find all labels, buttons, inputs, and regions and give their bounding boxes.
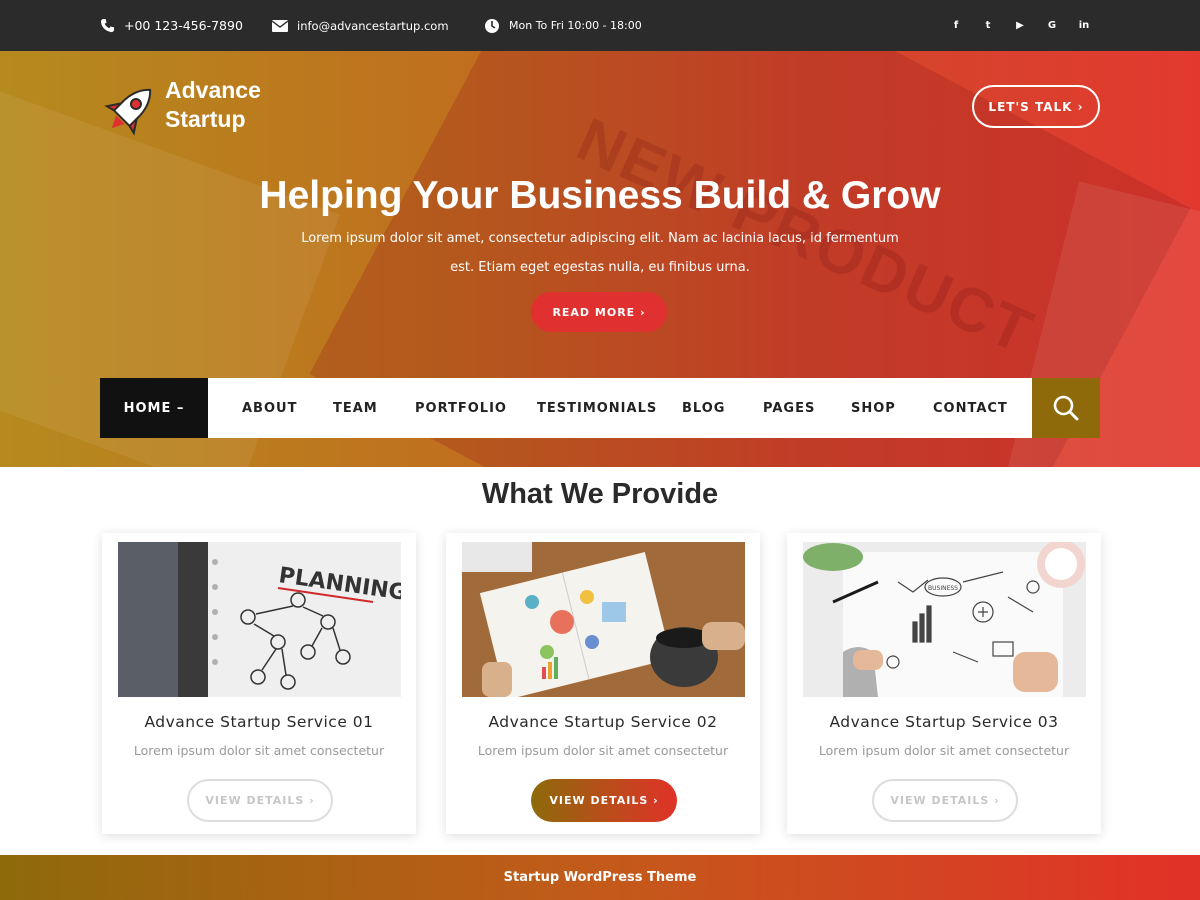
service-title: Advance Startup Service 02 <box>488 713 718 731</box>
view-details-button[interactable]: VIEW DETAILS › <box>531 779 677 822</box>
site-footer: Startup WordPress Theme <box>0 855 1200 900</box>
nav-item-pages[interactable]: PAGES <box>763 378 815 438</box>
service-card: BUSINESS Advance Startup Service 03 Lore… <box>787 533 1101 834</box>
main-navigation: HOME – ABOUT TEAM PORTFOLIO TESTIMONIALS… <box>100 378 1100 438</box>
search-icon <box>1053 395 1079 421</box>
nav-item-shop[interactable]: SHOP <box>851 378 896 438</box>
nav-item-home[interactable]: HOME – <box>100 378 208 438</box>
google-icon[interactable]: G <box>1036 0 1068 51</box>
service-image-notebook-coffee <box>462 542 745 697</box>
facebook-icon[interactable]: f <box>940 0 972 51</box>
sketch-image-word: BUSINESS <box>928 585 958 592</box>
hero-headline: Helping Your Business Build & Grow <box>259 174 941 217</box>
rocket-icon <box>104 88 152 136</box>
email-address: info@advancestartup.com <box>297 18 449 33</box>
phone-number: +00 123-456-7890 <box>124 18 243 33</box>
email-contact[interactable]: info@advancestartup.com <box>272 0 449 51</box>
phone-icon <box>100 18 115 33</box>
nav-item-about[interactable]: ABOUT <box>242 378 297 438</box>
logo-text: Advance Startup <box>165 76 261 134</box>
service-card: PLANNING Advance Startup Service 01 Lore… <box>102 533 416 834</box>
top-bar: +00 123-456-7890 info@advancestartup.com… <box>0 0 1200 51</box>
site-logo[interactable]: Advance Startup <box>100 76 280 138</box>
nav-item-blog[interactable]: BLOG <box>682 378 725 438</box>
logo-line-2: Startup <box>165 106 246 132</box>
footer-credit[interactable]: Startup WordPress Theme <box>504 870 697 885</box>
youtube-icon[interactable]: ▶ <box>1004 0 1036 51</box>
clock-icon <box>485 18 499 33</box>
phone-contact[interactable]: +00 123-456-7890 <box>100 0 243 51</box>
hours-text: Mon To Fri 10:00 - 18:00 <box>509 19 642 32</box>
service-description: Lorem ipsum dolor sit amet consectetur <box>133 743 385 758</box>
service-image-sketch: BUSINESS <box>803 542 1086 697</box>
lets-talk-button[interactable]: LET'S TALK › <box>972 85 1100 128</box>
nav-item-team[interactable]: TEAM <box>333 378 378 438</box>
view-details-button[interactable]: VIEW DETAILS › <box>187 779 333 822</box>
nav-item-contact[interactable]: CONTACT <box>933 378 1008 438</box>
envelope-icon <box>272 19 288 32</box>
twitter-icon[interactable]: t <box>972 0 1004 51</box>
nav-item-testimonials[interactable]: TESTIMONIALS <box>537 378 657 438</box>
service-description: Lorem ipsum dolor sit amet consectetur <box>477 743 729 758</box>
services-heading: What We Provide <box>481 478 719 510</box>
opening-hours: Mon To Fri 10:00 - 18:00 <box>484 0 642 51</box>
view-details-button[interactable]: VIEW DETAILS › <box>872 779 1018 822</box>
logo-line-1: Advance <box>165 77 261 103</box>
service-image-planning: PLANNING <box>118 542 401 697</box>
linkedin-icon[interactable]: in <box>1068 0 1100 51</box>
service-card: Advance Startup Service 02 Lorem ipsum d… <box>446 533 760 834</box>
service-title: Advance Startup Service 03 <box>829 713 1059 731</box>
hero-subline: Lorem ipsum dolor sit amet, consectetur … <box>301 231 899 275</box>
social-links: f t ▶ G in <box>940 0 1100 51</box>
read-more-button[interactable]: READ MORE › <box>531 292 667 332</box>
service-title: Advance Startup Service 01 <box>144 713 374 731</box>
service-description: Lorem ipsum dolor sit amet consectetur <box>818 743 1070 758</box>
nav-item-portfolio[interactable]: PORTFOLIO <box>415 378 507 438</box>
search-button[interactable] <box>1032 378 1100 438</box>
